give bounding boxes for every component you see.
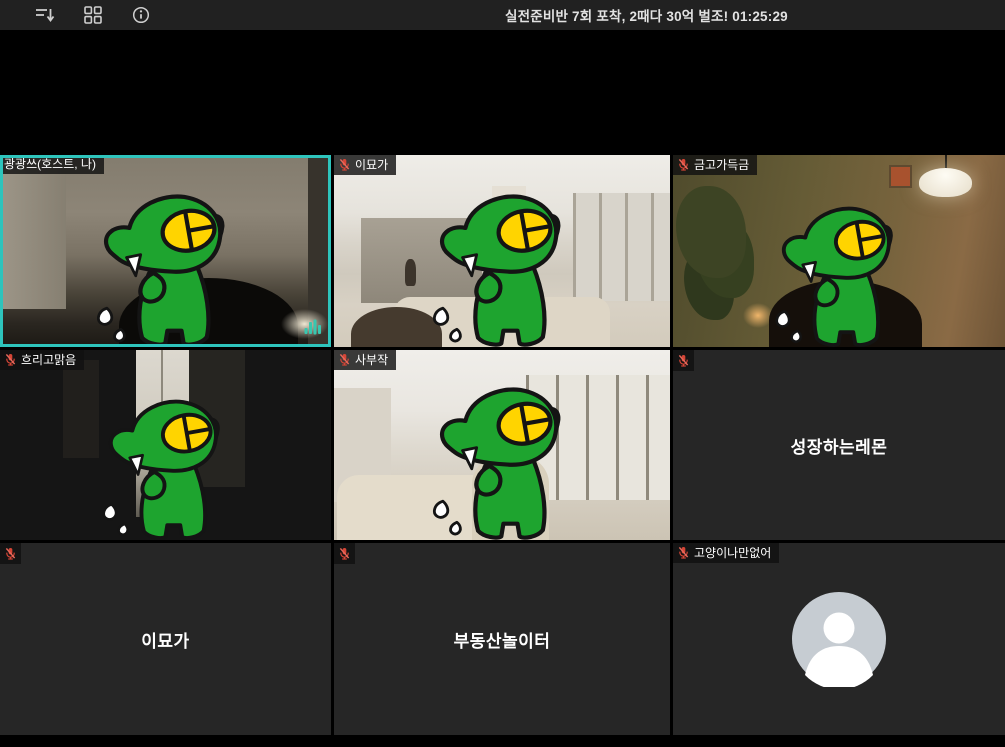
jordy-character-overlay bbox=[774, 187, 904, 347]
info-icon[interactable] bbox=[130, 5, 152, 25]
participant-nameplate bbox=[0, 543, 21, 564]
muted-mic-icon bbox=[678, 158, 689, 171]
gallery-view-icon[interactable] bbox=[82, 5, 104, 25]
participant-nameplate bbox=[673, 350, 694, 371]
video-tile-avatar[interactable]: 고양이나만없어 bbox=[673, 543, 1005, 735]
jordy-character-overlay bbox=[432, 173, 573, 347]
muted-mic-icon bbox=[339, 547, 350, 560]
participant-name: 광광쓰(호스트, 나) bbox=[4, 158, 96, 170]
participant-name: 흐리고맑음 bbox=[21, 354, 76, 366]
participant-nameplate: 사부작 bbox=[334, 350, 396, 370]
participant-name: 이묘가 bbox=[355, 159, 388, 171]
video-tile-camera-off[interactable]: 부동산놀이터 bbox=[334, 543, 670, 735]
participant-name: 사부작 bbox=[355, 354, 388, 366]
muted-mic-icon bbox=[5, 547, 16, 560]
video-tile[interactable]: 사부작 bbox=[334, 350, 670, 540]
video-tile[interactable]: 이묘가 bbox=[334, 155, 670, 347]
video-grid: 광광쓰(호스트, 나) bbox=[0, 155, 1005, 735]
muted-mic-icon bbox=[339, 353, 350, 366]
plant bbox=[676, 186, 746, 278]
wall-panel-dim bbox=[63, 360, 99, 459]
participant-nameplate: 금고가득금 bbox=[673, 155, 757, 175]
muted-mic-icon bbox=[5, 353, 16, 366]
participant-nameplate: 이묘가 bbox=[334, 155, 396, 175]
avatar bbox=[791, 591, 887, 687]
pendant-lamp bbox=[919, 168, 972, 197]
audio-level-icon bbox=[304, 319, 322, 340]
jordy-character-overlay bbox=[432, 366, 573, 540]
wall-art bbox=[889, 165, 912, 188]
windows bbox=[573, 193, 670, 301]
participant-nameplate: 흐리고맑음 bbox=[0, 350, 84, 370]
muted-mic-icon bbox=[339, 158, 350, 171]
participant-name: 금고가득금 bbox=[694, 159, 749, 171]
participant-center-name: 이묘가 bbox=[0, 543, 331, 735]
warm-lamp-glow bbox=[743, 303, 773, 328]
video-tile-host[interactable]: 광광쓰(호스트, 나) bbox=[0, 155, 331, 347]
video-tile[interactable]: 금고가득금 bbox=[673, 155, 1005, 347]
video-tile-camera-off[interactable]: 이묘가 bbox=[0, 543, 331, 735]
meeting-gallery-screen: 실전준비반 7회 포착, 2때다 30억 벌조! 01:25:29 광광쓰(호스… bbox=[0, 0, 1005, 747]
avatar-container bbox=[673, 543, 1005, 735]
jordy-character-overlay bbox=[101, 380, 231, 540]
participant-nameplate: 고양이나만없어 bbox=[673, 543, 779, 563]
participant-center-name: 부동산놀이터 bbox=[334, 543, 670, 735]
person-walking bbox=[405, 259, 416, 286]
toolbar-icon-group bbox=[0, 5, 152, 25]
sort-order-icon[interactable] bbox=[34, 5, 56, 25]
meeting-title: 실전준비반 7회 포착, 2때다 30억 벌조! 01:25:29 bbox=[505, 5, 788, 25]
participant-center-name: 성장하는레몬 bbox=[673, 350, 1005, 540]
top-toolbar: 실전준비반 7회 포착, 2때다 30억 벌조! 01:25:29 bbox=[0, 0, 1005, 30]
curtain bbox=[0, 155, 66, 309]
participant-nameplate bbox=[334, 543, 355, 564]
muted-mic-icon bbox=[678, 354, 689, 367]
jordy-character-overlay bbox=[95, 173, 236, 347]
video-tile[interactable]: 흐리고맑음 bbox=[0, 350, 331, 540]
video-tile-camera-off[interactable]: 성장하는레몬 bbox=[673, 350, 1005, 540]
participant-name: 고양이나만없어 bbox=[694, 547, 771, 559]
muted-mic-icon bbox=[678, 546, 689, 559]
participant-nameplate: 광광쓰(호스트, 나) bbox=[0, 155, 104, 174]
